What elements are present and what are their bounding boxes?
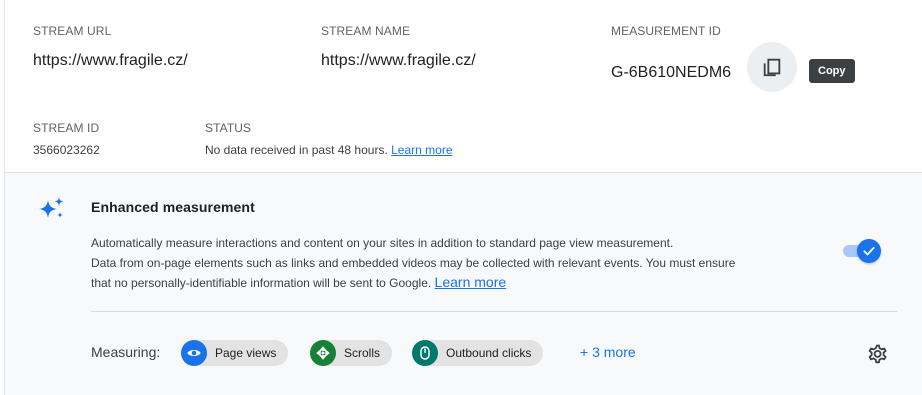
measuring-label: Measuring:: [91, 344, 161, 360]
enhanced-learn-more-link[interactable]: Learn more: [435, 274, 507, 290]
stream-name-value: https://www.fragile.cz/: [321, 52, 476, 69]
description-line-3: that no personally-identifiable informat…: [91, 273, 851, 294]
status-learn-more-link[interactable]: Learn more: [391, 143, 452, 157]
check-icon: [863, 246, 875, 256]
stream-id-value: 3566023262: [33, 143, 100, 157]
sparkle-icon: [39, 197, 64, 218]
stream-id-label: STREAM ID: [33, 121, 100, 135]
stream-url-label: STREAM URL: [33, 24, 112, 38]
chip-page-views[interactable]: Page views: [181, 340, 289, 366]
chip-outbound-clicks[interactable]: Outbound clicks: [412, 340, 544, 366]
eye-icon: [181, 340, 207, 366]
chip-label: Scrolls: [344, 346, 381, 360]
stream-name-label: STREAM NAME: [321, 24, 411, 38]
stream-details-card: STREAM URL https://www.fragile.cz/ STREA…: [4, 0, 922, 395]
chip-scrolls[interactable]: Scrolls: [310, 340, 393, 366]
description-line-2: Data from on-page elements such as links…: [91, 255, 736, 270]
section-divider: [91, 311, 897, 312]
status-value: No data received in past 48 hours.: [205, 143, 388, 157]
mouse-icon: [412, 340, 438, 366]
copy-tooltip: Copy: [809, 59, 855, 83]
measurement-id-value: G-6B610NEDM6: [611, 64, 732, 81]
enhanced-measurement-description: Automatically measure interactions and c…: [91, 234, 851, 294]
copy-button[interactable]: [747, 42, 797, 92]
toggle-knob: [857, 239, 881, 263]
chip-label: Outbound clicks: [446, 346, 532, 360]
more-measurements-link[interactable]: + 3 more: [580, 344, 636, 360]
status-text: No data received in past 48 hours. Learn…: [205, 143, 453, 157]
gear-icon[interactable]: [865, 342, 889, 366]
stream-details-section: STREAM URL https://www.fragile.cz/ STREA…: [5, 0, 922, 172]
description-line-1: Automatically measure interactions and c…: [91, 236, 674, 250]
scroll-arrows-icon: [310, 340, 336, 366]
enhanced-measurement-title: Enhanced measurement: [91, 199, 255, 215]
chip-label: Page views: [215, 346, 277, 360]
copy-icon: [763, 58, 781, 77]
description-line-3-text: that no personally-identifiable informat…: [91, 276, 432, 290]
status-label: STATUS: [205, 121, 252, 135]
enhanced-measurement-toggle[interactable]: [843, 239, 883, 263]
stream-url-value: https://www.fragile.cz/: [33, 52, 188, 69]
measurement-id-label: MEASUREMENT ID: [611, 24, 721, 38]
